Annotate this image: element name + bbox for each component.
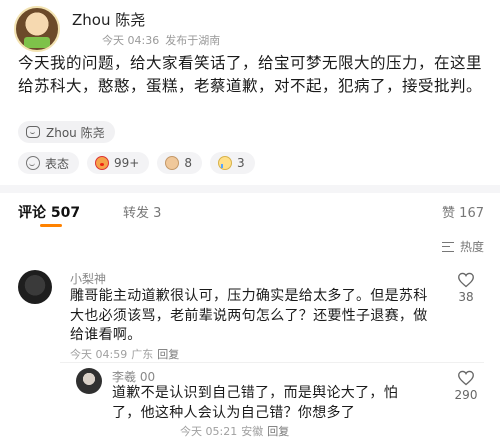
reaction-count: 3 (236, 156, 245, 170)
commenter-avatar[interactable] (18, 270, 52, 304)
tab-comments[interactable]: 评论 507 (18, 202, 80, 222)
react-label: 表态 (45, 156, 70, 171)
clown-emoji-icon (95, 156, 110, 170)
react-button[interactable]: 表态 (18, 152, 80, 174)
author-chip-label: Zhou 陈尧 (46, 125, 105, 140)
topic-icon (26, 126, 40, 138)
comment-time: 今天 04:59 (70, 348, 128, 361)
reply-button[interactable]: 回复 (157, 348, 179, 361)
author-chip[interactable]: Zhou 陈尧 (18, 121, 115, 143)
tab-bar: 评论 507 转发 3 赞 167 (18, 202, 484, 227)
heart-icon (457, 272, 475, 288)
commenter-name[interactable]: 李羲 00 (112, 368, 155, 385)
comment-location: 安徽 (241, 425, 264, 438)
reply-button[interactable]: 回复 (267, 425, 289, 438)
author-avatar[interactable] (14, 6, 60, 52)
comment-like-button[interactable]: 38 (446, 272, 486, 304)
reaction-count: 8 (184, 156, 192, 170)
tab-likes[interactable]: 赞 167 (442, 202, 484, 221)
smile-icon (26, 156, 40, 170)
comment-text: 道歉不是认识到自己错了，而是舆论大了，怕了，他这种人会认为自己错？你想多了 (112, 385, 398, 421)
heart-icon (457, 370, 475, 386)
post-meta: 今天 04:36 发布于湖南 (102, 32, 226, 48)
comment-meta: 今天 04:59 广东 回复 (70, 346, 183, 362)
author-name[interactable]: Zhou 陈尧 (72, 9, 145, 30)
commenter-avatar[interactable] (76, 368, 102, 394)
like-count: 38 (458, 290, 474, 304)
tab-reposts[interactable]: 转发 3 (123, 202, 161, 221)
comment-time: 今天 05:21 (180, 425, 238, 438)
comment-like-button[interactable]: 290 (446, 370, 486, 402)
active-tab-indicator (40, 224, 62, 227)
sort-icon (441, 241, 454, 252)
commenter-name[interactable]: 小梨神 (70, 270, 106, 287)
like-count: 290 (454, 388, 478, 402)
post-location: 发布于湖南 (165, 34, 221, 47)
comment-text: 雕哥能主动道歉很认可，压力确实是给太多了。但是苏科大也必须该骂，老前辈说两句怎么… (70, 288, 428, 343)
comment-location: 广东 (131, 348, 154, 361)
reaction-bar: 表态 99+ 8 3 (18, 152, 255, 174)
reaction-clown[interactable]: 99+ (87, 152, 150, 174)
reaction-cry[interactable]: 3 (209, 152, 255, 174)
sort-label: 热度 (459, 240, 484, 254)
reaction-doge[interactable]: 8 (157, 152, 202, 174)
comment-meta: 今天 05:21 安徽 回复 (180, 423, 293, 439)
post-time: 今天 04:36 (102, 34, 160, 47)
comment-separator (60, 362, 484, 363)
post-text: 今天我的问题，给大家看笑话了，给宝可梦无限大的压力，在这里给苏科大，憨憨，蛋糕，… (18, 54, 483, 95)
doge-emoji-icon (165, 156, 180, 170)
section-divider (0, 185, 500, 193)
cry-emoji-icon (217, 156, 232, 170)
reaction-count: 99+ (114, 156, 140, 170)
post-header: Zhou 陈尧 今天 04:36 发布于湖南 (14, 6, 486, 52)
sort-toggle[interactable]: 热度 (441, 238, 484, 255)
